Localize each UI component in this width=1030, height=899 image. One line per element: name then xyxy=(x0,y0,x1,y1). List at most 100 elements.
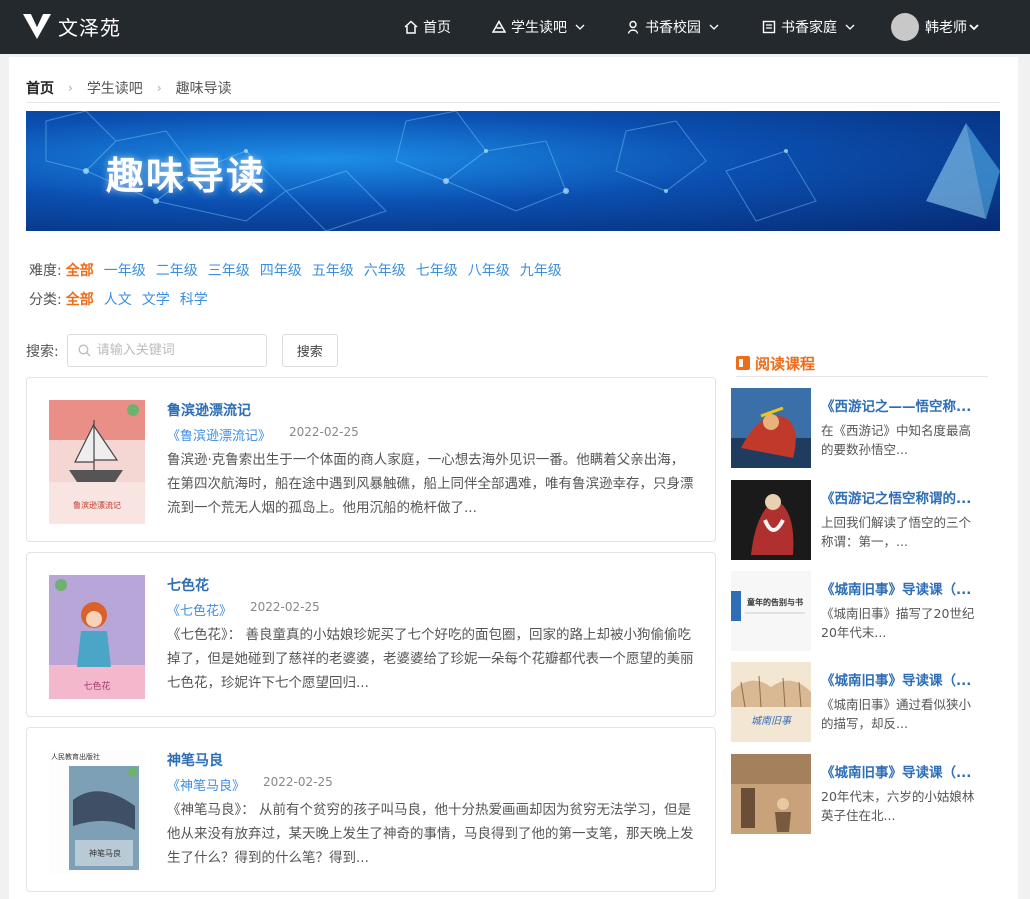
article-card[interactable]: 七色花 七色花 《七色花》 2022-02-25 《七色花》： 善良童真的小姑娘… xyxy=(26,552,716,717)
course-item[interactable]: 城南旧事 《城南旧事》导读课（... 《城南旧事》通过看似狭小的描写，却反... xyxy=(731,662,991,742)
course-description: 20年代末，六岁的小姑娘林英子住在北... xyxy=(821,789,975,823)
book-cover-magic-brush[interactable]: 人民教育出版社 神笔马良 xyxy=(49,750,145,874)
difficulty-option-grade-3[interactable]: 三年级 xyxy=(208,260,250,280)
user-icon xyxy=(627,20,639,34)
nav-student-reading-label: 学生读吧 xyxy=(511,20,567,36)
difficulty-option-grade-4[interactable]: 四年级 xyxy=(260,260,302,280)
category-option-science[interactable]: 科学 xyxy=(180,289,208,309)
nav-family-label: 书香家庭 xyxy=(781,20,837,36)
course-thumbnail[interactable] xyxy=(731,754,811,834)
category-option-humanities[interactable]: 人文 xyxy=(104,289,132,309)
breadcrumb-home[interactable]: 首页 xyxy=(26,78,54,98)
article-book-link[interactable]: 《鲁滨逊漂流记》 xyxy=(167,425,271,444)
article-date: 2022-02-25 xyxy=(250,600,320,614)
book-icon xyxy=(762,20,776,34)
difficulty-option-all[interactable]: 全部 xyxy=(66,260,94,280)
reading-courses-title: 阅读课程 xyxy=(755,354,816,373)
article-card[interactable]: 鲁滨逊漂流记 鲁滨逊漂流记 《鲁滨逊漂流记》 2022-02-25 鲁滨逊·克鲁… xyxy=(26,377,716,542)
difficulty-option-grade-9[interactable]: 九年级 xyxy=(520,260,562,280)
nav-campus[interactable]: 书香校园 xyxy=(626,0,719,54)
drive-icon xyxy=(492,20,506,33)
svg-text:七色花: 七色花 xyxy=(83,680,110,692)
search-icon xyxy=(78,344,91,357)
chevron-down-icon xyxy=(575,24,585,30)
breadcrumb-current: 趣味导读 xyxy=(175,81,232,97)
chevron-down-icon xyxy=(709,24,719,30)
course-icon xyxy=(736,356,750,370)
course-description: 《城南旧事》通过看似狭小的描写，却反... xyxy=(821,697,972,731)
search-input[interactable] xyxy=(96,343,257,358)
article-description: 《七色花》： 善良童真的小姑娘珍妮买了七个好吃的面包圈，回家的路上却被小狗偷偷吃… xyxy=(167,627,694,691)
nav-campus-label: 书香校园 xyxy=(645,20,701,36)
chevron-down-icon xyxy=(845,24,855,30)
breadcrumb-separator-icon: › xyxy=(156,81,162,95)
article-description: 鲁滨逊·克鲁索出生于一个体面的商人家庭，一心想去海外见识一番。他瞒着父亲出海，在… xyxy=(167,452,694,516)
course-description: 在《西游记》中知名度最高的要数孙悟空... xyxy=(821,423,972,457)
article-title[interactable]: 神笔马良 xyxy=(167,750,223,770)
breadcrumb-separator-icon: › xyxy=(68,81,73,95)
course-item[interactable]: 童年的告别与书 《城南旧事》导读课（... 《城南旧事》描写了20世纪20年代末… xyxy=(731,571,991,651)
user-name: 韩老师 xyxy=(925,20,967,36)
article-title[interactable]: 七色花 xyxy=(167,575,209,595)
divider xyxy=(26,102,1000,103)
article-date: 2022-02-25 xyxy=(289,425,359,439)
main-nav: 首页 学生读吧 书香校园 书香家庭 韩老师 xyxy=(0,0,1030,54)
nav-home-label: 首页 xyxy=(423,20,451,36)
article-card[interactable]: 人民教育出版社 神笔马良 神笔马良 《神笔马良》 2022-02-25 《神笔马… xyxy=(26,727,716,892)
chevron-down-icon xyxy=(969,24,979,31)
article-meta: 《神笔马良》 2022-02-25 xyxy=(167,775,333,794)
course-item[interactable]: 《城南旧事》导读课（... 20年代末，六岁的小姑娘林英子住在北... xyxy=(731,754,991,834)
course-thumbnail[interactable]: 童年的告别与书 xyxy=(731,571,811,651)
book-cover-seven-color-flower[interactable]: 七色花 xyxy=(49,575,145,699)
category-option-all[interactable]: 全部 xyxy=(66,289,94,309)
search-button[interactable]: 搜索 xyxy=(281,334,338,367)
search-box xyxy=(66,334,267,367)
user-menu[interactable]: 韩老师 xyxy=(891,0,979,54)
course-thumbnail[interactable]: 城南旧事 xyxy=(731,662,811,742)
nav-student-reading[interactable]: 学生读吧 xyxy=(492,0,585,54)
difficulty-option-grade-5[interactable]: 五年级 xyxy=(312,260,354,280)
svg-text:城南旧事: 城南旧事 xyxy=(751,715,793,727)
course-description: 上回我们解读了悟空的三个称谓：第一，... xyxy=(821,515,972,549)
course-thumbnail[interactable] xyxy=(731,480,811,560)
nav-home[interactable]: 首页 xyxy=(404,0,451,54)
avatar xyxy=(891,13,919,41)
banner: 趣味导读 xyxy=(26,111,1000,231)
breadcrumb-student-reading[interactable]: 学生读吧 xyxy=(87,78,143,98)
svg-text:人民教育出版社: 人民教育出版社 xyxy=(51,752,100,761)
article-title[interactable]: 鲁滨逊漂流记 xyxy=(167,400,251,420)
search-label: 搜索: xyxy=(26,343,59,360)
course-title[interactable]: 《城南旧事》导读课（... xyxy=(821,669,991,689)
course-thumbnail[interactable] xyxy=(731,388,811,468)
home-icon xyxy=(404,20,418,34)
difficulty-option-grade-1[interactable]: 一年级 xyxy=(104,260,146,280)
article-meta: 《七色花》 2022-02-25 xyxy=(167,600,320,619)
course-title[interactable]: 《城南旧事》导读课（... xyxy=(821,761,991,781)
difficulty-option-grade-8[interactable]: 八年级 xyxy=(468,260,510,280)
article-book-link[interactable]: 《神笔马良》 xyxy=(167,775,245,794)
course-title[interactable]: 《西游记之悟空称谓的... xyxy=(821,487,991,507)
course-title[interactable]: 《城南旧事》导读课（... xyxy=(821,578,991,598)
difficulty-option-grade-2[interactable]: 二年级 xyxy=(156,260,198,280)
article-date: 2022-02-25 xyxy=(263,775,333,789)
svg-text:童年的告别与书: 童年的告别与书 xyxy=(747,597,803,607)
difficulty-option-grade-6[interactable]: 六年级 xyxy=(364,260,406,280)
article-meta: 《鲁滨逊漂流记》 2022-02-25 xyxy=(167,425,359,444)
book-cover-robinson[interactable]: 鲁滨逊漂流记 xyxy=(49,400,145,524)
course-item[interactable]: 《西游记之——悟空称... 在《西游记》中知名度最高的要数孙悟空... xyxy=(731,388,991,468)
svg-text:神笔马良: 神笔马良 xyxy=(89,848,121,858)
reading-courses-heading: 阅读课程 xyxy=(736,350,988,377)
course-item[interactable]: 《西游记之悟空称谓的... 上回我们解读了悟空的三个称谓：第一，... xyxy=(731,480,991,560)
difficulty-filter: 难度: 全部 一年级 二年级 三年级 四年级 五年级 六年级 七年级 八年级 九… xyxy=(29,260,572,280)
nav-family[interactable]: 书香家庭 xyxy=(762,0,855,54)
breadcrumb: 首页 › 学生读吧 › 趣味导读 xyxy=(26,78,232,98)
difficulty-label: 难度: xyxy=(29,263,62,279)
article-book-link[interactable]: 《七色花》 xyxy=(167,600,232,619)
course-title[interactable]: 《西游记之——悟空称... xyxy=(821,395,991,415)
course-description: 《城南旧事》描写了20世纪20年代末... xyxy=(821,606,975,640)
top-navbar: 文泽苑 首页 学生读吧 书香校园 书香家庭 韩老师 xyxy=(0,0,1030,54)
search-bar: 搜索: 搜索 xyxy=(26,334,338,367)
category-label: 分类: xyxy=(29,292,62,308)
difficulty-option-grade-7[interactable]: 七年级 xyxy=(416,260,458,280)
category-option-literature[interactable]: 文学 xyxy=(142,289,170,309)
